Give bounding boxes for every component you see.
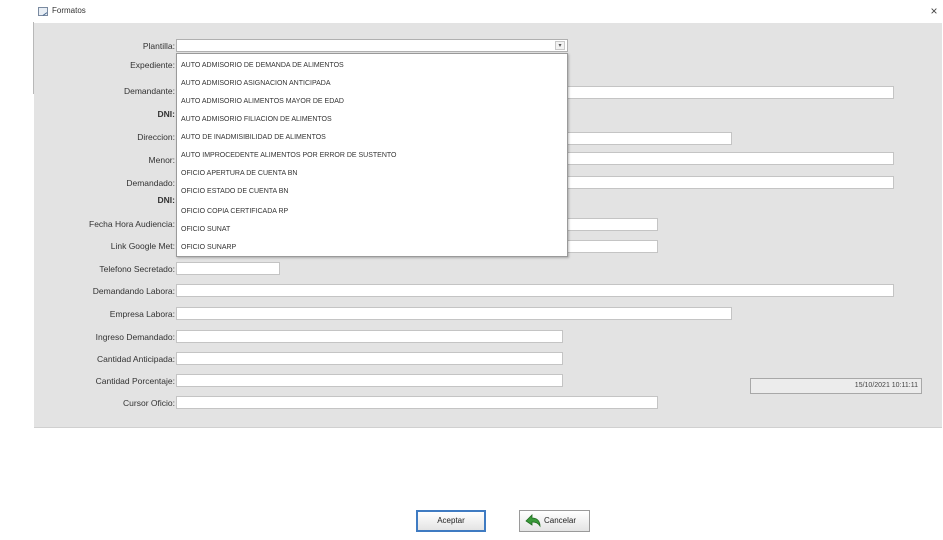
demandado-labora-field[interactable] xyxy=(176,284,894,297)
plantilla-option[interactable]: OFICIO COPIA CERTIFICADA RP xyxy=(179,204,288,219)
plantilla-option[interactable]: OFICIO SUNAT xyxy=(179,222,230,237)
label-menor: Menor: xyxy=(148,155,175,165)
menor-field[interactable] xyxy=(566,152,894,165)
accept-button[interactable]: Aceptar xyxy=(416,510,486,532)
close-button[interactable]: × xyxy=(927,4,941,18)
label-plantilla: Plantilla: xyxy=(142,41,175,51)
label-dni-demandado: DNI: xyxy=(157,195,175,205)
plantilla-select[interactable]: ▾ xyxy=(176,39,568,52)
label-demandante: Demandante: xyxy=(123,86,175,96)
plantilla-option[interactable]: OFICIO APERTURA DE CUENTA BN xyxy=(179,166,297,181)
plantilla-option[interactable]: AUTO IMPROCEDENTE ALIMENTOS POR ERROR DE… xyxy=(179,148,396,163)
window-titlebar: Formatos × xyxy=(0,0,943,22)
plantilla-dropdown-list: AUTO ADMISORIO DE DEMANDA DE ALIMENTOS A… xyxy=(176,53,568,257)
label-cantidad-porcentaje: Cantidad Porcentaje: xyxy=(95,376,175,386)
cancel-button[interactable]: Cancelar xyxy=(519,510,590,532)
direccion-field[interactable] xyxy=(566,132,732,145)
label-link-meet: Link Google Met: xyxy=(110,241,175,251)
plantilla-option[interactable]: AUTO ADMISORIO FILIACION DE ALIMENTOS xyxy=(179,112,332,127)
cancel-button-label: Cancelar xyxy=(544,516,577,525)
date-display-field: 15/10/2021 10:11:11 xyxy=(750,378,922,394)
label-direccion: Direccion: xyxy=(137,132,175,142)
plantilla-option[interactable]: AUTO ADMISORIO ASIGNACION ANTICIPADA xyxy=(179,76,331,91)
cantidad-porcentaje-field[interactable] xyxy=(176,374,563,387)
window-title: Formatos xyxy=(52,6,86,15)
plantilla-option[interactable]: AUTO ADMISORIO DE DEMANDA DE ALIMENTOS xyxy=(179,58,344,73)
demandante-field[interactable] xyxy=(566,86,894,99)
cursor-oficio-field[interactable] xyxy=(176,396,658,409)
label-cantidad-anticipada: Cantidad Anticipada: xyxy=(97,354,175,364)
label-demandado-labora: Demandando Labora: xyxy=(92,286,175,296)
fecha-audiencia-field[interactable] xyxy=(566,218,658,231)
label-empresa-labora: Empresa Labora: xyxy=(109,309,175,319)
label-expediente: Expediente: xyxy=(130,60,175,70)
empresa-labora-field[interactable] xyxy=(176,307,732,320)
plantilla-option[interactable]: AUTO ADMISORIO ALIMENTOS MAYOR DE EDAD xyxy=(179,94,344,109)
plantilla-option[interactable]: OFICIO SUNARP xyxy=(179,240,236,255)
link-meet-field[interactable] xyxy=(566,240,658,253)
back-arrow-icon xyxy=(525,514,541,528)
chevron-down-icon[interactable]: ▾ xyxy=(555,41,565,50)
telefono-field[interactable] xyxy=(176,262,280,275)
label-fecha-audiencia: Fecha Hora Audiencia: xyxy=(89,219,175,229)
form-window-icon xyxy=(38,7,48,16)
label-telefono: Telefono Secretado: xyxy=(99,264,175,274)
label-ingreso: Ingreso Demandado: xyxy=(95,332,175,342)
demandado-field[interactable] xyxy=(566,176,894,189)
label-demandado: Demandado: xyxy=(126,178,175,188)
label-cursor-oficio: Cursor Oficio: xyxy=(123,398,175,408)
cantidad-anticipada-field[interactable] xyxy=(176,352,563,365)
ingreso-field[interactable] xyxy=(176,330,563,343)
plantilla-option[interactable]: OFICIO ESTADO DE CUENTA BN xyxy=(179,184,288,199)
plantilla-option[interactable]: AUTO DE INADMISIBILIDAD DE ALIMENTOS xyxy=(179,130,326,145)
panel-divider xyxy=(34,427,942,428)
label-dni-demandante: DNI: xyxy=(157,109,175,119)
